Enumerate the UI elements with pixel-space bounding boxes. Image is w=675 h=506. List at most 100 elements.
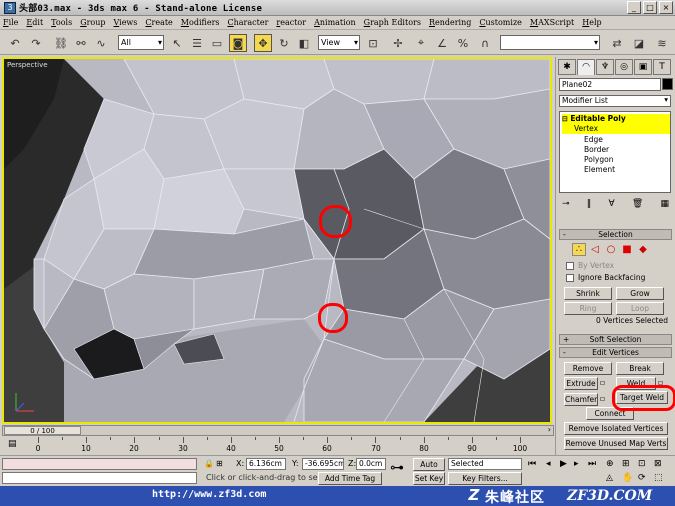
- named-selection-select[interactable]: [500, 35, 600, 50]
- play-icon[interactable]: ▶: [560, 458, 567, 470]
- object-color-swatch[interactable]: [662, 78, 673, 90]
- make-unique-icon[interactable]: ∀: [608, 199, 614, 213]
- menu-rendering[interactable]: Rendering: [429, 18, 471, 27]
- close-button[interactable]: ×: [659, 1, 673, 14]
- remove-unused-map-verts-button[interactable]: Remove Unused Map Verts: [564, 437, 668, 450]
- menu-reactor[interactable]: reactor: [276, 18, 306, 27]
- select-scale-icon[interactable]: ◧: [295, 34, 313, 52]
- stack-item-polygon[interactable]: Polygon: [562, 155, 670, 165]
- key-mode-select[interactable]: Selected: [448, 458, 522, 470]
- menu-create[interactable]: Create: [145, 18, 172, 27]
- menu-help[interactable]: Help: [582, 18, 601, 27]
- modify-tab-icon[interactable]: ◠: [577, 59, 595, 75]
- time-slider[interactable]: 0 / 100 ›: [2, 425, 554, 436]
- key-icon[interactable]: ⊶: [390, 461, 404, 475]
- menu-maxscript[interactable]: MAXScript: [530, 18, 574, 27]
- stack-item-border[interactable]: Border: [562, 145, 670, 155]
- element-mode-icon[interactable]: ◆: [636, 243, 650, 256]
- menu-group[interactable]: Group: [80, 18, 105, 27]
- track-bar-icon[interactable]: ▤: [8, 439, 17, 449]
- modifier-list-select[interactable]: Modifier List: [559, 95, 671, 107]
- edit-vertices-rollout-header[interactable]: - Edit Vertices: [559, 347, 672, 358]
- break-button[interactable]: Break: [616, 362, 664, 375]
- ring-button[interactable]: Ring: [564, 302, 612, 315]
- y-coord-field[interactable]: -36.695cm: [302, 458, 344, 470]
- perspective-viewport[interactable]: Perspective: [2, 57, 552, 424]
- selection-filter-select[interactable]: All: [118, 35, 164, 50]
- zoom-extents-all-icon[interactable]: ⊠: [654, 458, 662, 470]
- time-slider-thumb[interactable]: 0 / 100: [4, 426, 81, 435]
- maxscript-listener-field[interactable]: [2, 458, 197, 470]
- menu-animation[interactable]: Animation: [314, 18, 356, 27]
- loop-button[interactable]: Loop: [616, 302, 664, 315]
- vertex-mode-icon[interactable]: ∴: [572, 243, 586, 256]
- grow-button[interactable]: Grow: [616, 287, 664, 300]
- stack-item-editable-poly[interactable]: ⊟ Editable Poly: [562, 114, 670, 124]
- minimize-button[interactable]: _: [627, 1, 641, 14]
- viewport-label[interactable]: Perspective: [7, 61, 48, 69]
- snap-toggle-icon[interactable]: ⌖: [412, 34, 430, 52]
- shrink-button[interactable]: Shrink: [564, 287, 612, 300]
- x-coord-field[interactable]: 6.136cm: [246, 458, 286, 470]
- remove-modifier-icon[interactable]: 🗑: [632, 199, 643, 213]
- extrude-button[interactable]: Extrude: [564, 377, 598, 390]
- menu-character[interactable]: Character: [228, 18, 269, 27]
- time-next-icon[interactable]: ›: [548, 425, 551, 434]
- zoom-icon[interactable]: ⊕: [606, 458, 614, 470]
- angle-snap-icon[interactable]: ∠: [433, 34, 451, 52]
- stack-item-edge[interactable]: Edge: [562, 135, 670, 145]
- arc-rotate-icon[interactable]: ⟳: [638, 472, 646, 484]
- by-vertex-checkbox[interactable]: [566, 262, 574, 270]
- prev-frame-icon[interactable]: ◂: [546, 458, 551, 470]
- chamfer-button[interactable]: Chamfer: [564, 393, 598, 406]
- chamfer-settings-icon[interactable]: ▫: [600, 394, 605, 404]
- select-rotate-icon[interactable]: ↻: [275, 34, 293, 52]
- next-frame-icon[interactable]: ▸: [574, 458, 579, 470]
- border-mode-icon[interactable]: ○: [604, 243, 618, 256]
- remove-button[interactable]: Remove: [564, 362, 612, 375]
- go-to-start-icon[interactable]: ⏮: [528, 458, 536, 470]
- absolute-mode-icon[interactable]: ⊞: [216, 458, 223, 470]
- percent-snap-icon[interactable]: %: [454, 34, 472, 52]
- align-icon[interactable]: ◪: [630, 34, 648, 52]
- set-key-button[interactable]: Set Key: [413, 472, 445, 485]
- maximize-viewport-icon[interactable]: ⬚: [654, 472, 663, 484]
- menu-customize[interactable]: Customize: [479, 18, 522, 27]
- field-of-view-icon[interactable]: ◬: [606, 472, 613, 484]
- add-time-tag-button[interactable]: Add Time Tag: [318, 472, 382, 485]
- edge-mode-icon[interactable]: ◁: [588, 243, 602, 256]
- menu-edit[interactable]: Edit: [26, 18, 43, 27]
- stack-item-element[interactable]: Element: [562, 165, 670, 175]
- reference-coord-select[interactable]: View: [318, 35, 360, 50]
- motion-tab-icon[interactable]: ◎: [615, 59, 633, 75]
- select-move-icon[interactable]: ✥: [254, 34, 272, 52]
- mirror-icon[interactable]: ⇄: [608, 34, 626, 52]
- extrude-settings-icon[interactable]: ▫: [600, 378, 605, 388]
- zoom-extents-icon[interactable]: ⊡: [638, 458, 646, 470]
- bind-spacewarp-icon[interactable]: ∿: [92, 34, 110, 52]
- display-tab-icon[interactable]: ▣: [634, 59, 652, 75]
- maximize-button[interactable]: □: [643, 1, 657, 14]
- rect-selection-icon[interactable]: ▭: [208, 34, 226, 52]
- ignore-backfacing-checkbox[interactable]: [566, 274, 574, 282]
- configure-sets-icon[interactable]: ▦: [660, 199, 669, 213]
- z-coord-field[interactable]: 0.0cm: [356, 458, 386, 470]
- redo-icon[interactable]: ↷: [27, 34, 45, 52]
- select-by-name-icon[interactable]: ☰: [188, 34, 206, 52]
- pivot-center-icon[interactable]: ⊡: [364, 34, 382, 52]
- pin-stack-icon[interactable]: ⊸: [562, 199, 570, 213]
- menu-modifiers[interactable]: Modifiers: [181, 18, 220, 27]
- layer-manager-icon[interactable]: ≋: [653, 34, 671, 52]
- select-object-icon[interactable]: ↖: [168, 34, 186, 52]
- maxscript-mini-field[interactable]: [2, 472, 197, 484]
- menu-graph-editors[interactable]: Graph Editors: [364, 18, 421, 27]
- soft-selection-rollout-header[interactable]: + Soft Selection: [559, 334, 672, 345]
- select-link-icon[interactable]: ⛓: [52, 34, 70, 52]
- selection-rollout-header[interactable]: - Selection: [559, 229, 672, 240]
- go-to-end-icon[interactable]: ⏭: [588, 458, 596, 470]
- object-name-field[interactable]: Plane02: [559, 78, 661, 91]
- menu-tools[interactable]: Tools: [51, 18, 72, 27]
- key-filters-button[interactable]: Key Filters...: [448, 472, 522, 485]
- hierarchy-tab-icon[interactable]: ♆: [596, 59, 614, 75]
- window-crossing-icon[interactable]: ◙: [229, 34, 247, 52]
